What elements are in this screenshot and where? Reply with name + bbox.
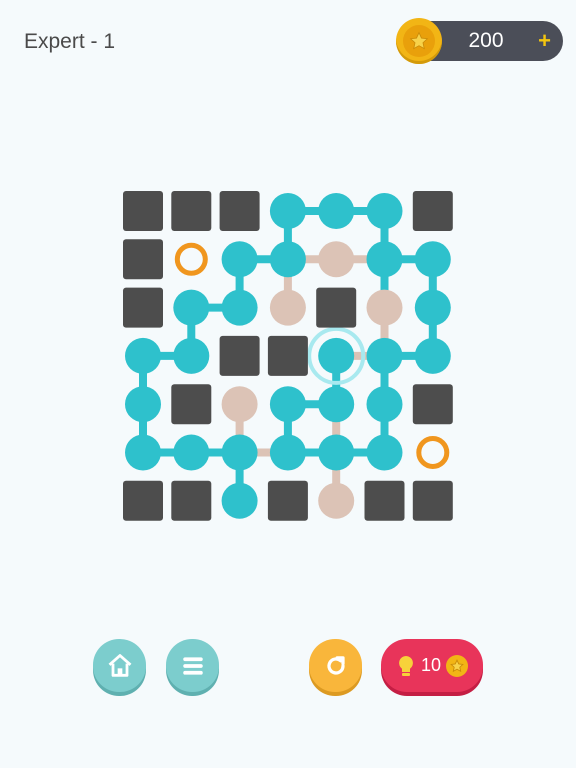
active-node[interactable]	[318, 193, 355, 229]
wall-block	[123, 191, 163, 231]
active-node[interactable]	[414, 337, 451, 374]
wall-block	[412, 384, 453, 425]
inactive-node[interactable]	[366, 289, 403, 326]
active-node[interactable]	[125, 337, 161, 374]
wall-block	[171, 480, 212, 521]
active-node[interactable]	[221, 482, 258, 519]
active-node[interactable]	[366, 241, 403, 278]
active-node[interactable]	[125, 386, 161, 423]
active-node[interactable]	[414, 241, 451, 278]
wall-block	[364, 480, 405, 521]
active-node[interactable]	[366, 193, 403, 229]
active-node[interactable]	[221, 434, 258, 471]
wall-block	[267, 480, 308, 521]
wall-block	[171, 384, 212, 425]
inactive-node[interactable]	[269, 289, 306, 326]
active-node[interactable]	[269, 193, 306, 229]
restart-button[interactable]	[309, 639, 362, 692]
active-node[interactable]	[173, 434, 210, 471]
menu-icon	[182, 656, 203, 675]
wall-block	[219, 335, 260, 376]
lightbulb-icon	[399, 655, 413, 676]
inactive-node[interactable]	[221, 386, 258, 423]
wall-block	[412, 191, 453, 231]
active-node[interactable]	[269, 386, 306, 423]
active-node[interactable]	[366, 434, 403, 471]
active-node[interactable]	[173, 337, 210, 374]
star-coin-icon	[446, 654, 469, 677]
active-node[interactable]	[318, 337, 355, 374]
hint-count: 10	[420, 655, 442, 675]
home-button[interactable]	[93, 639, 146, 692]
active-node[interactable]	[414, 289, 451, 326]
wall-block	[123, 239, 163, 280]
active-node[interactable]	[125, 434, 161, 471]
active-node[interactable]	[221, 241, 258, 278]
active-node[interactable]	[366, 386, 403, 423]
active-node[interactable]	[318, 434, 355, 471]
active-node[interactable]	[269, 434, 306, 471]
inactive-node[interactable]	[318, 482, 355, 519]
ring-target	[416, 436, 450, 469]
wall-block	[123, 287, 163, 328]
active-node[interactable]	[173, 289, 210, 326]
home-icon	[108, 653, 131, 677]
wall-block	[219, 191, 260, 231]
wall-block	[412, 480, 453, 521]
restart-icon	[326, 655, 345, 675]
wall-block	[171, 191, 212, 231]
wall-block	[316, 287, 357, 328]
active-node[interactable]	[318, 386, 355, 423]
ring-target	[174, 242, 208, 276]
wall-block	[267, 335, 308, 376]
hint-button[interactable]: 10	[381, 639, 483, 692]
wall-block	[123, 480, 163, 521]
inactive-node[interactable]	[318, 241, 355, 278]
active-node[interactable]	[269, 241, 306, 278]
menu-button[interactable]	[166, 639, 219, 692]
puzzle-board[interactable]	[0, 0, 576, 768]
active-node[interactable]	[366, 337, 403, 374]
active-node[interactable]	[221, 289, 258, 326]
